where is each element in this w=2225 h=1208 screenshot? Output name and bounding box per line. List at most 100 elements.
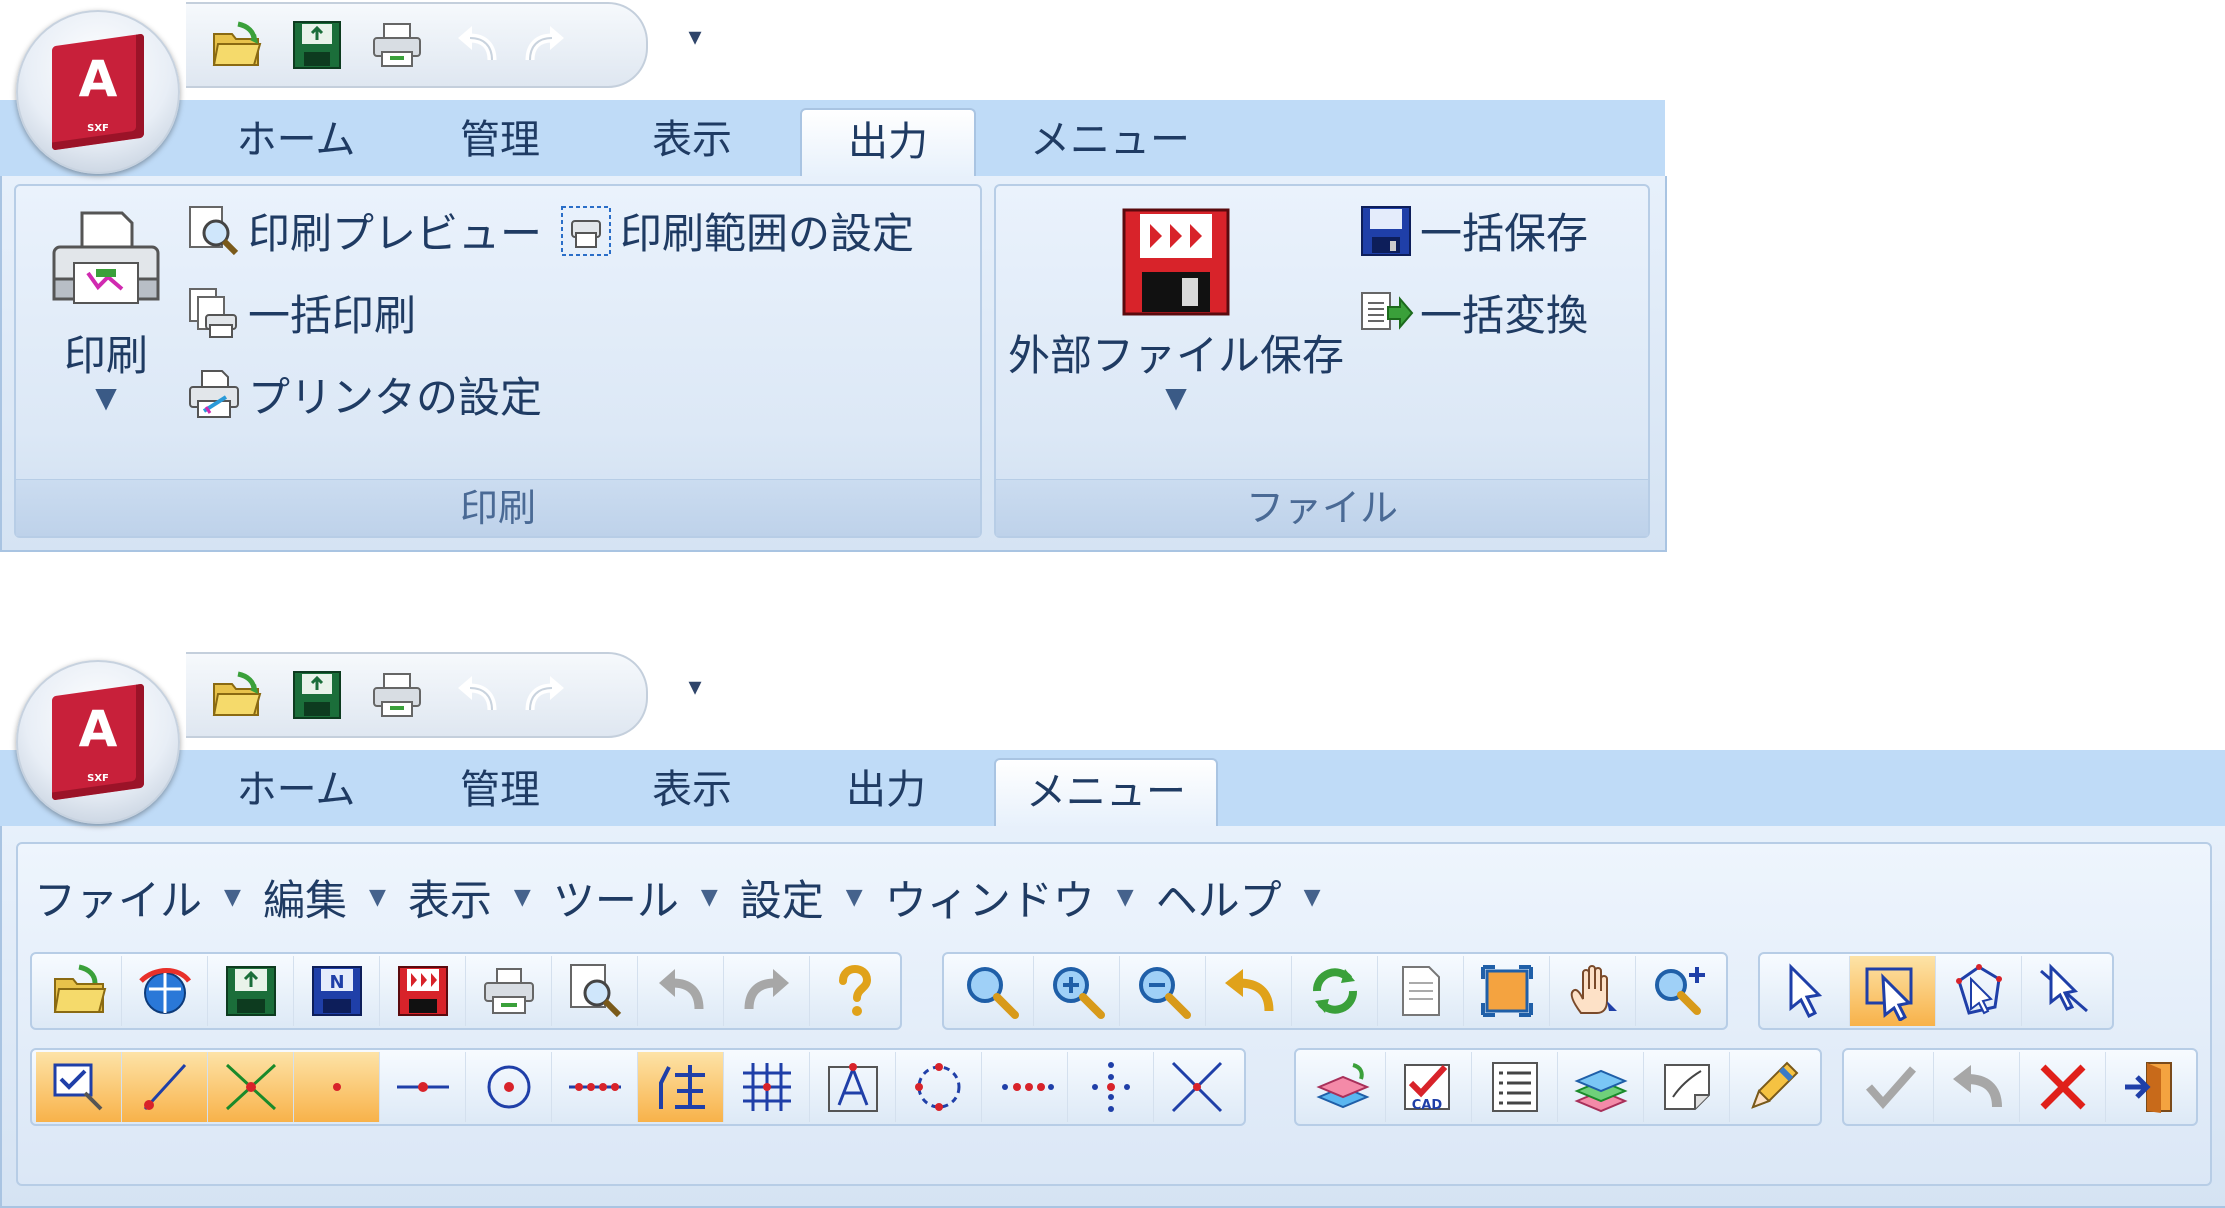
menu-file[interactable]: ファイル ▼ [34, 867, 241, 928]
tb-zoom-icon[interactable] [948, 956, 1034, 1026]
menu-tools[interactable]: ツール ▼ [553, 867, 718, 928]
tb-zoom-out-icon[interactable] [1120, 956, 1206, 1026]
tb-redo-icon[interactable] [724, 956, 810, 1026]
tb-snap-grid-icon[interactable] [724, 1052, 810, 1122]
tab-output[interactable]: 出力 [826, 758, 946, 824]
tab-home[interactable]: ホーム [236, 108, 356, 174]
tb-select-line-icon[interactable] [2022, 956, 2108, 1026]
tab-menu[interactable]: メニュー [994, 758, 1218, 830]
tb-snap-center-icon[interactable] [466, 1052, 552, 1122]
tab-strip: ホーム 管理 表示 出力 メニュー [0, 750, 2225, 830]
tb-select-polygon-icon[interactable] [1936, 956, 2022, 1026]
tb-snap-cross-dots-icon[interactable] [1068, 1052, 1154, 1122]
tb-snap-text-icon[interactable] [810, 1052, 896, 1122]
tb-snap-midpoint-icon[interactable] [380, 1052, 466, 1122]
tb-refresh-icon[interactable] [1292, 956, 1378, 1026]
redo-icon[interactable] [516, 670, 574, 720]
menu-edit-label: 編集 [262, 875, 347, 925]
tb-save-icon[interactable] [208, 956, 294, 1026]
menu-view[interactable]: 表示 ▼ [408, 867, 531, 928]
tb-snap-intersection-icon[interactable] [208, 1052, 294, 1122]
print-range-button[interactable]: 印刷範囲の設定 [556, 200, 914, 261]
tb-cad-check-icon[interactable]: CAD [1386, 1052, 1472, 1122]
tb-select-rect-icon[interactable] [1850, 956, 1936, 1026]
tb-cancel-icon[interactable] [2020, 1052, 2106, 1122]
open-icon[interactable] [208, 670, 266, 720]
undo-icon[interactable] [448, 670, 506, 720]
tb-layers-icon[interactable] [1558, 1052, 1644, 1122]
tb-print-icon[interactable] [466, 956, 552, 1026]
tab-output[interactable]: 出力 [800, 108, 976, 180]
tab-view[interactable]: 表示 [632, 758, 752, 824]
tb-snap-arbitrary-icon[interactable] [638, 1052, 724, 1122]
tb-confirm-icon[interactable] [1848, 1052, 1934, 1122]
print-icon[interactable] [368, 20, 426, 70]
print-big-button[interactable]: 印刷 ▼ [36, 202, 176, 413]
open-icon[interactable] [208, 20, 266, 70]
menu-help-arrow-icon: ▼ [1303, 884, 1321, 910]
tb-snap-cross-icon[interactable] [1154, 1052, 1240, 1122]
tb-snap-mode-icon[interactable] [36, 1052, 122, 1122]
batch-save-button[interactable]: 一括保存 [1356, 200, 1588, 261]
qat-customize-icon[interactable]: ▾ [680, 22, 710, 62]
tb-select-arrow-icon[interactable] [1764, 956, 1850, 1026]
quick-access-toolbar [186, 2, 648, 88]
tb-pan-icon[interactable] [1550, 956, 1636, 1026]
tb-undo-icon[interactable] [638, 956, 724, 1026]
tb-snap-divide-icon[interactable] [552, 1052, 638, 1122]
menu-edit[interactable]: 編集 ▼ [263, 867, 386, 928]
ribbon-body: ファイル ▼ 編集 ▼ 表示 ▼ ツール ▼ 設定 ▼ ウィンドウ ▼ ヘルプ ▼ N [0, 826, 2225, 1208]
tab-menu[interactable]: メニュー [1020, 108, 1200, 174]
tab-manage[interactable]: 管理 [440, 108, 560, 174]
tb-open-icon[interactable] [36, 956, 122, 1026]
tb-back-icon[interactable] [1934, 1052, 2020, 1122]
external-file-save-label: 外部ファイル保存 [1008, 331, 1345, 380]
tb-print-preview-icon[interactable] [552, 956, 638, 1026]
tb-fit-all-icon[interactable] [1464, 956, 1550, 1026]
save-icon[interactable] [288, 20, 346, 70]
save-icon[interactable] [288, 670, 346, 720]
tb-external-save-icon[interactable] [380, 956, 466, 1026]
tb-page-icon[interactable] [1378, 956, 1464, 1026]
tb-pencil-icon[interactable] [1730, 1052, 1816, 1122]
tb-snap-dots-icon[interactable] [982, 1052, 1068, 1122]
print-preview-label: 印刷プレビュー [248, 209, 543, 258]
menu-bar: ファイル ▼ 編集 ▼ 表示 ▼ ツール ▼ 設定 ▼ ウィンドウ ▼ ヘルプ ▼ [34, 862, 1343, 932]
print-preview-button[interactable]: 印刷プレビュー [184, 200, 542, 261]
tab-manage[interactable]: 管理 [440, 758, 560, 824]
menu-window[interactable]: ウィンドウ ▼ [885, 867, 1134, 928]
redo-icon[interactable] [516, 20, 574, 70]
quick-access-toolbar [186, 652, 648, 738]
batch-convert-button[interactable]: 一括変換 [1356, 282, 1588, 343]
tb-layer-manager-icon[interactable] [1300, 1052, 1386, 1122]
menu-help[interactable]: ヘルプ ▼ [1156, 867, 1321, 928]
application-button[interactable]: A SXF [16, 10, 180, 174]
tb-help-icon[interactable] [810, 956, 896, 1026]
batch-print-icon [184, 283, 244, 343]
tab-home[interactable]: ホーム [236, 758, 356, 824]
tb-snap-point-icon[interactable] [294, 1052, 380, 1122]
tab-view[interactable]: 表示 [632, 108, 752, 174]
tb-snap-circle-points-icon[interactable] [896, 1052, 982, 1122]
tb-snap-endpoint-icon[interactable] [122, 1052, 208, 1122]
external-file-save-button[interactable]: 外部ファイル保存 ▼ [1008, 202, 1344, 413]
menu-settings[interactable]: 設定 ▼ [740, 867, 863, 928]
tb-note-icon[interactable] [1644, 1052, 1730, 1122]
ribbon-menu-screenshot: ホーム 管理 表示 出力 メニュー ▾ A SXF ファイル ▼ 編集 ▼ 表示… [0, 650, 2225, 1208]
tb-zoom-in-icon[interactable] [1034, 956, 1120, 1026]
tb-web-icon[interactable] [122, 956, 208, 1026]
tb-previous-view-icon[interactable] [1206, 956, 1292, 1026]
printer-settings-button[interactable]: プリンタの設定 [184, 364, 542, 425]
print-icon[interactable] [368, 670, 426, 720]
application-button[interactable]: A SXF [16, 660, 180, 824]
printer-icon [46, 202, 166, 322]
batch-print-button[interactable]: 一括印刷 [184, 282, 416, 343]
tb-exit-icon[interactable] [2106, 1052, 2192, 1122]
tb-zoom-window-icon[interactable] [1636, 956, 1722, 1026]
tb-save-new-icon[interactable]: N [294, 956, 380, 1026]
toolbar-view [942, 952, 1728, 1030]
menu-tools-label: ツール [552, 875, 679, 925]
qat-customize-icon[interactable]: ▾ [680, 672, 710, 712]
undo-icon[interactable] [448, 20, 506, 70]
tb-list-icon[interactable] [1472, 1052, 1558, 1122]
